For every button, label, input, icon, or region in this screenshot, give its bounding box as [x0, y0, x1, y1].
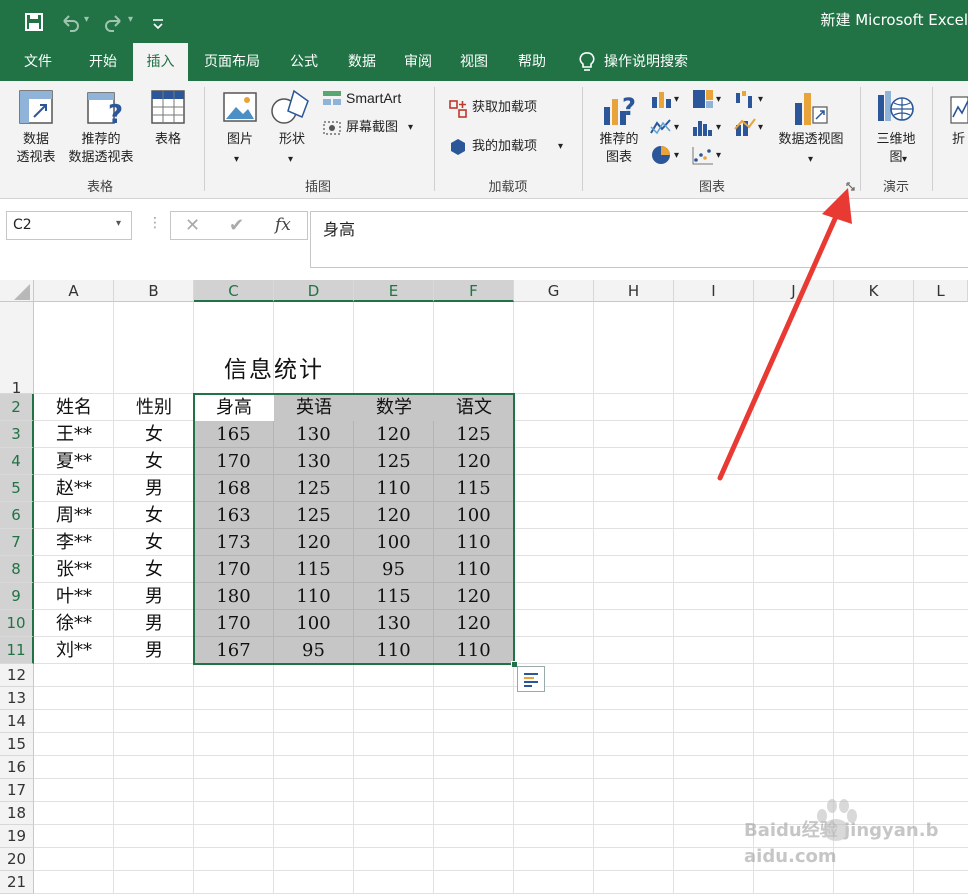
baidu-watermark: Baidu经验 jingyan.baidu.com	[740, 798, 960, 878]
watermark-text: Baidu经验 jingyan.baidu.com	[744, 820, 939, 867]
red-arrow-annotation	[717, 188, 852, 481]
excel-window: ▾ ▾ 新建 Microsoft Excel 文件 开始 插入 页面布局 公式 …	[0, 0, 968, 894]
